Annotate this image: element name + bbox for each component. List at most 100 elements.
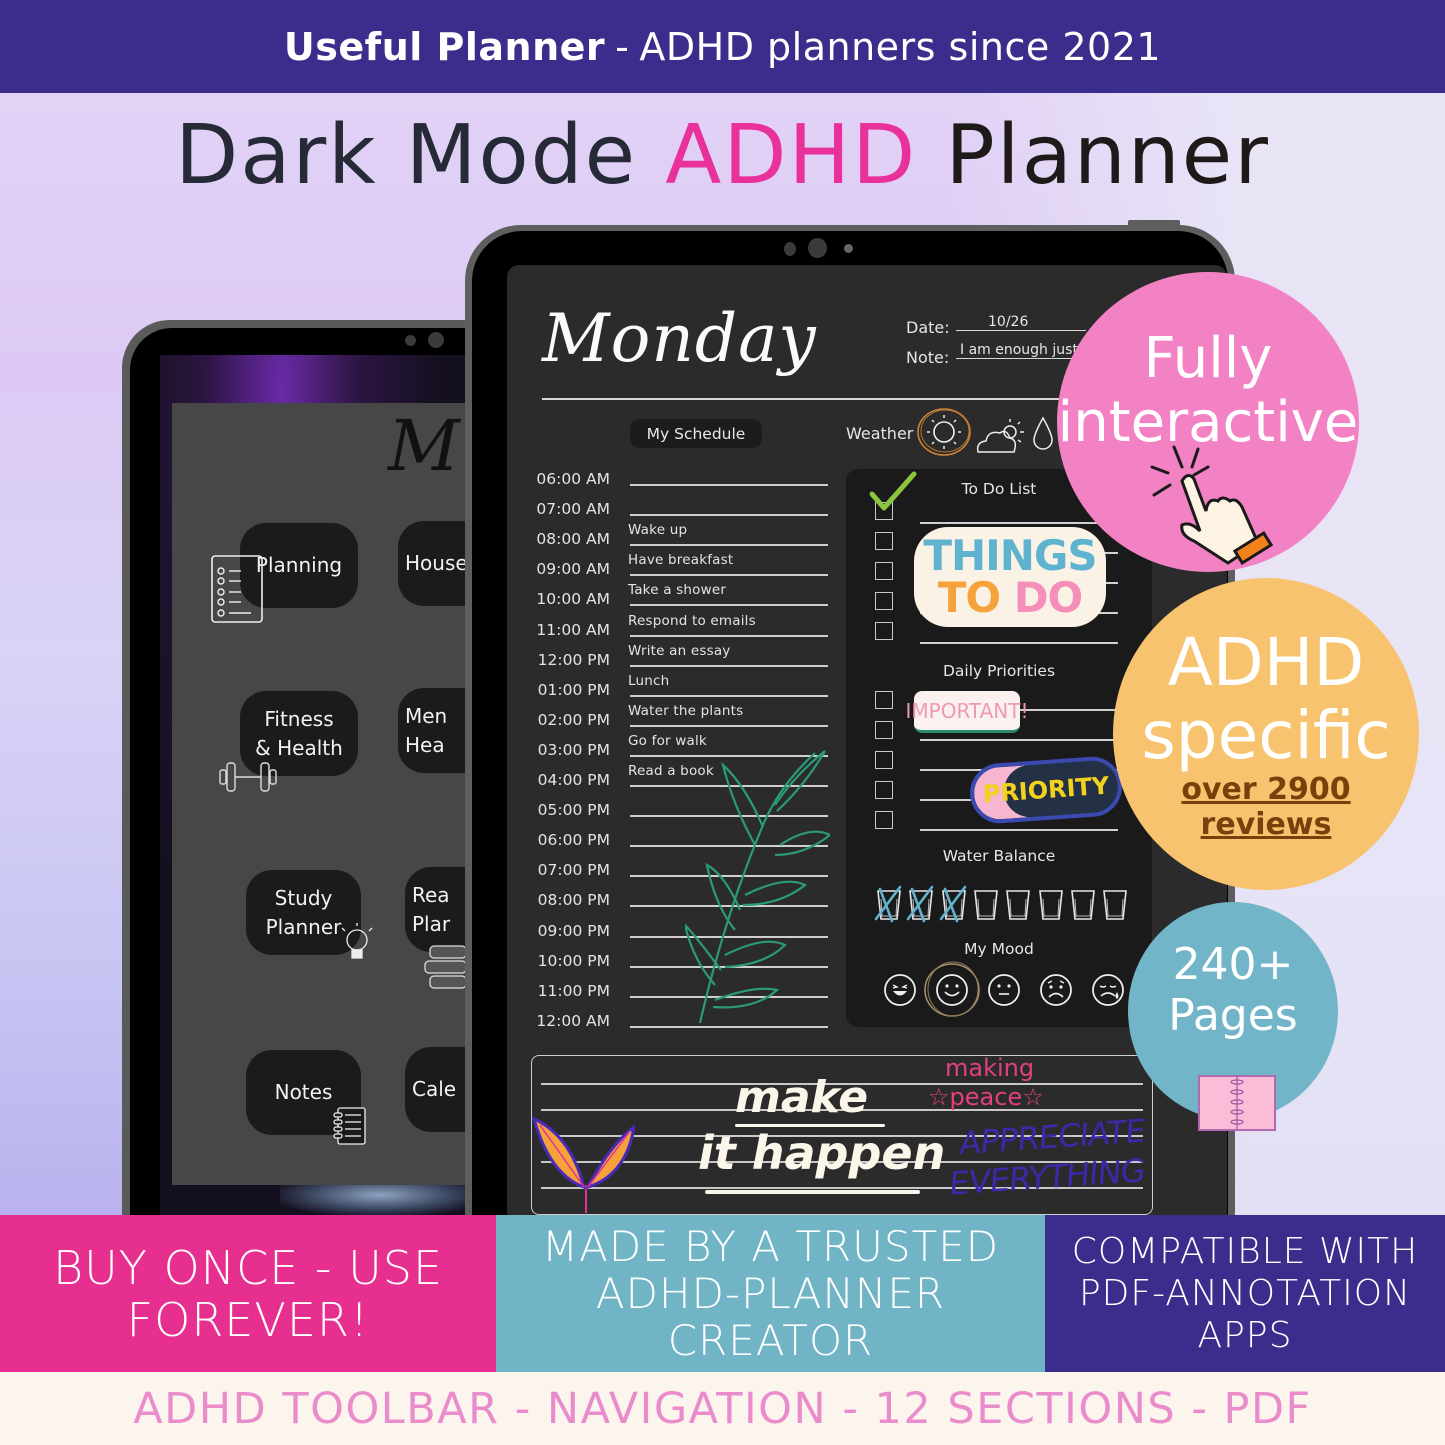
schedule-task[interactable]: Lunch — [628, 673, 669, 689]
schedule-line[interactable] — [630, 604, 828, 607]
tile-text: APPS — [1197, 1314, 1293, 1356]
checkbox[interactable] — [875, 592, 893, 610]
schedule-task[interactable]: Water the plants — [628, 703, 743, 719]
headline-accent: ADHD — [665, 108, 918, 203]
schedule-line[interactable] — [630, 634, 828, 637]
checkbox[interactable] — [875, 781, 893, 799]
note-field[interactable]: I am enough just — [956, 342, 1086, 359]
checkbox[interactable] — [875, 721, 893, 739]
schedule-time: 05:00 PM — [537, 801, 610, 820]
weather-label: Weather — [846, 424, 914, 443]
menu-item-label: Rea — [412, 882, 450, 907]
partly-cloudy-icon[interactable] — [974, 416, 1028, 456]
todo-line[interactable] — [920, 642, 1118, 644]
menu-item-label: Plar — [412, 911, 451, 936]
schedule-line[interactable] — [630, 724, 828, 727]
priority-line[interactable] — [920, 829, 1118, 831]
water-glass[interactable] — [971, 885, 1001, 925]
headline-part2: Planner — [945, 108, 1270, 203]
priority-line[interactable] — [920, 739, 1118, 741]
checkbox[interactable] — [875, 532, 893, 550]
water-glass-filled[interactable] — [874, 885, 904, 925]
water-glass-filled[interactable] — [939, 885, 969, 925]
planner-book-icon — [1198, 1075, 1276, 1131]
neutral-face-icon[interactable] — [986, 972, 1022, 1008]
water-glass[interactable] — [1068, 885, 1098, 925]
schedule-time: 07:00 PM — [537, 861, 610, 880]
badge-text: Fully — [1143, 326, 1273, 391]
menu-title-glyph: M — [388, 405, 460, 487]
camera-dot — [405, 335, 416, 346]
buy-once-tile: BUY ONCE - USE FOREVER! — [0, 1215, 496, 1372]
my-mood-heading: My Mood — [964, 940, 1034, 958]
notebook-icon — [333, 1107, 366, 1145]
water-glass-filled[interactable] — [906, 885, 936, 925]
tile-text: FOREVER! — [126, 1292, 370, 1347]
schedule-line[interactable] — [630, 484, 828, 486]
banner-separator: - — [615, 24, 630, 69]
schedule-time: 04:00 PM — [537, 771, 610, 789]
adhd-specific-badge: ADHD specific over 2900 reviews — [1113, 578, 1419, 890]
sticker-text-things: THINGS — [923, 531, 1097, 580]
schedule-task[interactable]: Have breakfast — [628, 552, 733, 568]
schedule-task[interactable]: Respond to emails — [628, 613, 756, 629]
checkbox[interactable] — [875, 751, 893, 769]
sun-icon[interactable] — [916, 406, 974, 458]
schedule-line[interactable] — [630, 694, 828, 697]
schedule-time: 06:00 PM — [537, 831, 610, 850]
rain-drop-icon[interactable] — [1030, 416, 1056, 452]
mood-selection-circle — [924, 961, 980, 1017]
tile-text: PDF-ANNOTATION — [1078, 1272, 1412, 1314]
make-doodle-text: make — [735, 1072, 869, 1123]
sad-face-icon[interactable] — [1038, 972, 1074, 1008]
schedule-line[interactable] — [630, 664, 828, 667]
menu-item-label: Hea — [405, 732, 445, 757]
menu-item-label: & Health — [255, 735, 343, 760]
schedule-task[interactable]: Take a shower — [628, 582, 726, 598]
checkbox[interactable] — [875, 811, 893, 829]
tile-text: BUY ONCE - USE — [52, 1240, 444, 1295]
menu-item-household[interactable]: House — [398, 521, 466, 606]
reviews-link[interactable]: reviews — [1201, 808, 1332, 842]
schedule-line[interactable] — [630, 544, 828, 547]
priority-sticker: PRIORITY — [968, 754, 1124, 826]
camera-dot — [784, 242, 796, 256]
checkbox[interactable] — [875, 691, 893, 709]
checkbox[interactable] — [875, 562, 893, 580]
menu-item-reading-planner[interactable]: Rea Plar — [405, 867, 473, 952]
laughing-face-icon[interactable] — [882, 972, 918, 1008]
schedule-time: 01:00 PM — [537, 680, 610, 699]
schedule-task[interactable]: Wake up — [628, 522, 687, 538]
todo-line[interactable] — [920, 522, 1118, 524]
schedule-task[interactable]: Write an essay — [628, 643, 731, 659]
checkmark-icon — [869, 471, 917, 511]
crying-face-icon[interactable] — [1090, 972, 1126, 1008]
menu-item-calendar[interactable]: Cale — [405, 1047, 473, 1132]
schedule-line[interactable] — [630, 514, 828, 517]
water-glass[interactable] — [1003, 885, 1033, 925]
water-glass[interactable] — [1100, 885, 1130, 925]
tile-text: CREATOR — [667, 1316, 874, 1365]
dumbbell-icon — [219, 762, 277, 792]
reviews-link[interactable]: over 2900 — [1181, 772, 1350, 808]
main-headline: Dark Mode ADHD Planner — [0, 108, 1445, 203]
badge-text: Pages — [1168, 990, 1298, 1041]
schedule-time: 06:00 AM — [536, 470, 610, 488]
water-balance-heading: Water Balance — [942, 847, 1056, 865]
schedule-time: 08:00 AM — [536, 530, 610, 549]
schedule-line[interactable] — [630, 574, 828, 577]
schedule-time: 07:00 AM — [536, 500, 610, 519]
banner-tagline: ADHD planners since 2021 — [639, 24, 1162, 69]
menu-item-label: Notes — [274, 1080, 333, 1104]
doodle-underline — [705, 1190, 920, 1194]
date-field[interactable]: 10/26 — [956, 314, 1086, 331]
water-glass[interactable] — [1036, 885, 1066, 925]
menu-item-label: House — [405, 551, 466, 575]
checkbox[interactable] — [875, 622, 893, 640]
leaves-doodle — [531, 1116, 635, 1213]
schedule-line[interactable] — [630, 1025, 828, 1028]
camera-sensor — [844, 244, 853, 253]
checklist-icon — [211, 555, 263, 623]
badge-text: 240+ — [1172, 939, 1294, 990]
menu-item-mental-health[interactable]: Men Hea — [398, 688, 466, 773]
